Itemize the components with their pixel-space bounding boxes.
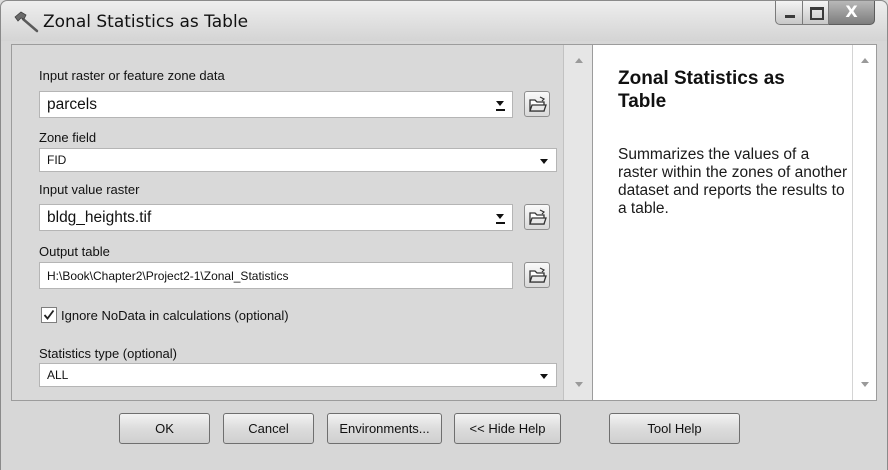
input-value-raster-value: bldg_heights.tif xyxy=(47,209,152,226)
tool-help-button[interactable]: Tool Help xyxy=(609,413,740,444)
ignore-nodata-checkbox[interactable] xyxy=(41,307,57,323)
chevron-down-icon[interactable] xyxy=(540,159,548,164)
zone-field-label: Zone field xyxy=(39,130,97,145)
help-title: Zonal Statistics as Table xyxy=(618,68,785,112)
cancel-button[interactable]: Cancel xyxy=(223,413,314,444)
dialog-window: Zonal Statistics as Table X Input raster… xyxy=(0,0,888,470)
dialog-content: Input raster or feature zone data parcel… xyxy=(11,44,877,401)
scroll-up-icon[interactable] xyxy=(575,58,583,63)
statistics-type-value: ALL xyxy=(47,368,69,382)
output-table-input[interactable]: H:\Book\Chapter2\Project2-1\Zonal_Statis… xyxy=(39,262,513,289)
minimize-button[interactable] xyxy=(775,1,803,25)
help-scrollbar[interactable] xyxy=(852,45,876,400)
help-description: Summarizes the values of a raster within… xyxy=(618,146,848,217)
ignore-nodata-label[interactable]: Ignore NoData in calculations (optional) xyxy=(61,308,289,323)
window-controls: X xyxy=(775,1,875,29)
close-icon: X xyxy=(845,2,858,21)
scroll-down-icon[interactable] xyxy=(861,382,869,387)
open-folder-icon xyxy=(529,96,547,112)
output-table-label: Output table xyxy=(39,244,110,259)
statistics-type-label: Statistics type (optional) xyxy=(39,346,178,361)
chevron-down-icon[interactable] xyxy=(496,101,505,111)
environments-button[interactable]: Environments... xyxy=(327,413,442,444)
input-zone-label: Input raster or feature zone data xyxy=(39,68,225,83)
status-bar xyxy=(1,457,887,470)
input-value-raster-combo[interactable]: bldg_heights.tif xyxy=(39,204,513,231)
browse-value-raster-button[interactable] xyxy=(524,204,550,230)
help-pane: Zonal Statistics as Table Summarizes the… xyxy=(594,45,876,400)
open-folder-icon xyxy=(529,209,547,225)
output-table-value: H:\Book\Chapter2\Project2-1\Zonal_Statis… xyxy=(47,269,289,283)
statistics-type-select[interactable]: ALL xyxy=(39,363,557,387)
close-button[interactable]: X xyxy=(829,1,875,25)
zone-field-select[interactable]: FID xyxy=(39,148,557,172)
input-value-raster-label: Input value raster xyxy=(39,182,140,197)
chevron-down-icon[interactable] xyxy=(540,374,548,379)
browse-output-table-button[interactable] xyxy=(524,262,550,288)
title-bar[interactable]: Zonal Statistics as Table X xyxy=(1,1,887,41)
parameters-pane: Input raster or feature zone data parcel… xyxy=(12,45,563,400)
input-zone-value: parcels xyxy=(47,96,97,113)
hammer-icon xyxy=(13,9,39,33)
dialog-buttons: OK Cancel Environments... << Hide Help T… xyxy=(1,413,888,445)
browse-input-zone-button[interactable] xyxy=(524,91,550,117)
input-zone-combo[interactable]: parcels xyxy=(39,91,513,118)
scroll-up-icon[interactable] xyxy=(861,58,869,63)
hide-help-button[interactable]: << Hide Help xyxy=(454,413,561,444)
chevron-down-icon[interactable] xyxy=(496,214,505,224)
window-title: Zonal Statistics as Table xyxy=(43,12,249,32)
scroll-down-icon[interactable] xyxy=(575,382,583,387)
checkmark-icon xyxy=(43,309,55,320)
open-folder-icon xyxy=(529,267,547,283)
parameters-scrollbar[interactable] xyxy=(563,45,593,400)
zone-field-value: FID xyxy=(47,153,67,167)
maximize-button[interactable] xyxy=(803,1,829,25)
ok-button[interactable]: OK xyxy=(119,413,210,444)
